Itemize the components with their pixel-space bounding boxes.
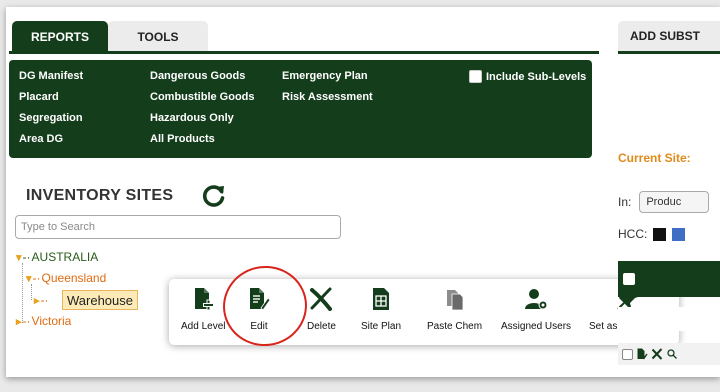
results-row [618, 343, 720, 365]
search-input[interactable] [15, 215, 341, 239]
tree-connector: -· [22, 314, 31, 328]
tab-reports[interactable]: REPORTS [12, 21, 108, 53]
tree-label-queensland: Queensland [41, 271, 107, 285]
delete-button[interactable]: Delete [307, 287, 336, 332]
tab-tools[interactable]: TOOLS [108, 21, 208, 53]
results-row [618, 307, 720, 331]
menu-item-segregation[interactable]: Segregation [19, 110, 83, 131]
tab-add-substance[interactable]: ADD SUBST [618, 21, 720, 51]
app-window: REPORTS TOOLS DG Manifest Placard Segreg… [6, 7, 720, 377]
tree-guide-line [31, 284, 32, 300]
site-plan-icon [373, 288, 390, 310]
tree-label-australia-text: AUSTRALIA [31, 250, 99, 264]
hcc-black-swatch[interactable] [653, 227, 667, 241]
chevron-right-icon[interactable]: ▸ [16, 315, 22, 328]
edit-icon [250, 288, 271, 311]
edit-icon[interactable] [636, 348, 648, 360]
row-checkbox[interactable] [622, 348, 633, 360]
include-sublevels-checkbox[interactable] [469, 70, 482, 83]
search-icon[interactable] [666, 348, 678, 360]
hcc-filter: HCC: [618, 227, 686, 241]
menu-item-dangerous-goods[interactable]: Dangerous Goods [150, 68, 255, 89]
paste-chem-button[interactable]: Paste Chem [427, 287, 482, 332]
tree-node-australia[interactable]: ▾ -· AUSTRALIA [16, 250, 98, 264]
chevron-down-icon[interactable]: ▾ [26, 272, 32, 285]
delete-x-icon [310, 287, 333, 311]
select-all-checkbox[interactable] [623, 273, 635, 285]
site-actions-popup: Add Level Edit Delete Site Plan Paste Ch… [169, 279, 679, 345]
delete-label: Delete [307, 321, 336, 332]
paste-chem-label: Paste Chem [427, 321, 483, 332]
tree-node-victoria[interactable]: ▸ -· Victoria [16, 314, 71, 328]
site-plan-label: Site Plan [361, 321, 402, 332]
right-tab-underline [618, 51, 720, 54]
assigned-users-button[interactable]: Assigned Users [501, 287, 571, 332]
inventory-sites-title: INVENTORY SITES [26, 187, 174, 204]
tree-node-warehouse-selected[interactable]: Warehouse [62, 290, 138, 310]
edit-button[interactable]: Edit [247, 287, 271, 332]
menu-item-all-products[interactable]: All Products [150, 131, 255, 152]
include-sublevels-toggle[interactable]: Include Sub-Levels [469, 70, 586, 83]
in-label: In: [618, 195, 632, 209]
assigned-users-label: Assigned Users [501, 321, 572, 332]
users-gear-icon [525, 289, 548, 310]
include-sublevels-label: Include Sub-Levels [486, 70, 587, 83]
reports-menu-column-2: Dangerous Goods Combustible Goods Hazard… [150, 68, 255, 152]
in-filter: In: Produc [618, 191, 710, 213]
menu-item-emergency-plan[interactable]: Emergency Plan [282, 68, 373, 89]
chevron-down-icon[interactable]: ▾ [16, 251, 22, 264]
reports-menu-column-3: Emergency Plan Risk Assessment [282, 68, 373, 110]
menu-item-combustible-goods[interactable]: Combustible Goods [150, 89, 255, 110]
delete-x-icon[interactable] [651, 348, 663, 360]
tab-underline [9, 51, 599, 54]
refresh-icon[interactable] [201, 183, 227, 209]
menu-item-dg-manifest[interactable]: DG Manifest [19, 68, 83, 89]
hcc-label: HCC: [618, 227, 648, 241]
edit-label: Edit [250, 321, 268, 332]
tree-expander-warehouse[interactable]: ▸ -· [34, 293, 49, 307]
tree-connector: -· [40, 293, 49, 307]
in-select[interactable]: Produc [639, 191, 710, 213]
menu-item-risk-assessment[interactable]: Risk Assessment [282, 89, 373, 110]
chevron-right-icon[interactable]: ▸ [34, 294, 40, 307]
menu-item-area-dg[interactable]: Area DG [19, 131, 83, 152]
menu-item-placard[interactable]: Placard [19, 89, 83, 110]
hcc-blue-swatch[interactable] [672, 227, 686, 241]
current-site-label: Current Site: [618, 151, 691, 165]
tree-node-queensland[interactable]: ▾ -· Queensland [26, 271, 106, 285]
reports-menu-panel: DG Manifest Placard Segregation Area DG … [9, 60, 592, 158]
site-plan-button[interactable]: Site Plan [361, 287, 401, 332]
menu-item-hazardous-only[interactable]: Hazardous Only [150, 110, 255, 131]
reports-menu-column-1: DG Manifest Placard Segregation Area DG [19, 68, 83, 152]
tree-connector: -· [32, 271, 41, 285]
tree-label-victoria: Victoria [31, 314, 72, 328]
add-level-icon [195, 288, 215, 311]
paste-copy-icon [446, 290, 463, 311]
tree-label-warehouse: Warehouse [67, 292, 133, 308]
add-level-label: Add Level [181, 321, 226, 332]
add-level-button[interactable]: Add Level [181, 287, 225, 332]
tree-label-australia: -· [22, 250, 31, 264]
